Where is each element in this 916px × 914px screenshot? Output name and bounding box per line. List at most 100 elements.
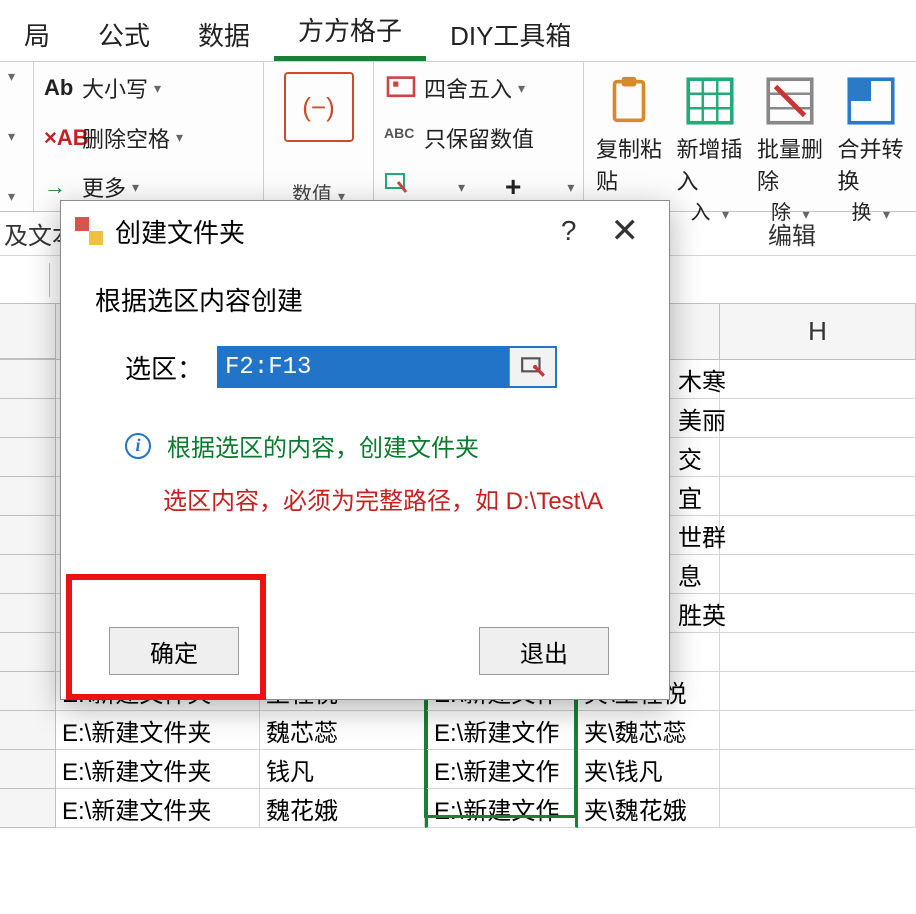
cancel-button[interactable]: 退出 xyxy=(479,627,609,675)
cell[interactable] xyxy=(720,477,916,516)
delete-space-button[interactable]: ×AB 删除空格 ▾ xyxy=(44,122,253,154)
dialog-group-label: 根据选区内容创建 xyxy=(95,281,635,318)
row-header[interactable] xyxy=(0,360,56,399)
case-button[interactable]: Ab 大小写 ▾ xyxy=(44,72,253,104)
insert-label: 新增插入 xyxy=(677,132,744,196)
chevron-down-icon: ▾ xyxy=(132,179,139,196)
merge-icon xyxy=(842,72,900,130)
chevron-down-icon[interactable]: ▾ xyxy=(567,179,574,196)
cell[interactable] xyxy=(720,750,916,789)
range-input-wrap xyxy=(217,346,557,388)
row-header[interactable] xyxy=(0,399,56,438)
cell[interactable] xyxy=(720,360,916,399)
tab-data[interactable]: 数据 xyxy=(174,6,274,61)
row-header[interactable] xyxy=(0,594,56,633)
cell[interactable]: E:\新建文件夹 xyxy=(56,711,260,750)
ok-button[interactable]: 确定 xyxy=(109,627,239,675)
row-header[interactable] xyxy=(0,438,56,477)
copypaste-label: 复制粘贴 xyxy=(596,132,663,196)
tab-diy[interactable]: DIY工具箱 xyxy=(426,6,595,61)
cell[interactable]: E:\新建文件夹 xyxy=(56,750,260,789)
range-field-label: 选区： xyxy=(125,349,203,386)
cell[interactable] xyxy=(720,711,916,750)
dialog-titlebar[interactable]: 创建文件夹 ? ✕ xyxy=(61,201,669,261)
info-icon: i xyxy=(125,433,151,459)
row-header[interactable] xyxy=(0,555,56,594)
close-icon[interactable]: ✕ xyxy=(595,212,656,250)
number-format-button[interactable]: (−) xyxy=(284,72,354,142)
tab-layout[interactable]: 局 xyxy=(0,6,74,61)
cell[interactable]: E:\新建文作 xyxy=(425,711,578,750)
ribbon-group-tools: 四舍五入 ▾ ABC 只保留数值 ▾ + ▾ xyxy=(374,62,584,211)
chevron-down-icon: ▾ xyxy=(176,129,183,146)
cell-fragment: 木寒 xyxy=(678,360,726,399)
row-header[interactable] xyxy=(0,633,56,672)
chevron-down-icon: ▾ xyxy=(518,80,525,97)
help-button[interactable]: ? xyxy=(543,211,595,251)
ribbon-group-edit: 复制粘贴 贴 ▾ 新增插入 入 ▾ 批量删除 除 ▾ xyxy=(584,62,916,211)
row-header[interactable] xyxy=(0,516,56,555)
chevron-down-icon[interactable]: ▾ xyxy=(8,128,31,145)
info-text-green: 根据选区的内容，创建文件夹 xyxy=(167,428,479,463)
cell[interactable] xyxy=(720,555,916,594)
ribbon-tabs: 局 公式 数据 方方格子 DIY工具箱 xyxy=(0,0,916,62)
cell[interactable]: 魏花娥 xyxy=(260,789,425,828)
cell-fragment: 胜英 xyxy=(678,594,726,633)
range-input[interactable] xyxy=(219,348,509,386)
delete-space-label: 删除空格 xyxy=(82,122,170,154)
cell[interactable]: E:\新建文件夹 xyxy=(56,789,260,828)
app-icon xyxy=(75,217,103,245)
col-header-H[interactable]: H xyxy=(720,304,916,359)
cell[interactable]: 夹\钱凡 xyxy=(578,750,720,789)
small-tools-row: ▾ + ▾ xyxy=(384,171,573,203)
tab-formula[interactable]: 公式 xyxy=(74,6,174,61)
cell[interactable]: E:\新建文作 xyxy=(425,750,578,789)
cell[interactable] xyxy=(720,594,916,633)
cell-fragment: 宜 xyxy=(678,477,726,516)
cell-fragment: 世群 xyxy=(678,516,726,555)
chevron-down-icon[interactable]: ▾ xyxy=(8,68,31,85)
row-header[interactable] xyxy=(0,477,56,516)
cell[interactable]: E:\新建文作 xyxy=(425,789,578,828)
edit-group-label: 编辑 xyxy=(768,216,816,251)
round-label: 四舍五入 xyxy=(424,72,512,104)
clipboard-icon xyxy=(600,72,658,130)
chevron-down-icon[interactable]: ▾ xyxy=(8,188,31,205)
chevron-down-icon: ▾ xyxy=(154,80,161,97)
batchdel-label: 批量删除 xyxy=(757,132,824,196)
plus-icon[interactable]: + xyxy=(505,171,521,203)
cell[interactable]: 钱凡 xyxy=(260,750,425,789)
cell[interactable] xyxy=(720,633,916,672)
row-header[interactable] xyxy=(0,672,56,711)
cell-fragment: 息 xyxy=(678,555,726,594)
row-header[interactable] xyxy=(0,789,56,828)
insert-button[interactable]: 新增插入 入 ▾ xyxy=(677,72,744,225)
keepnum-button[interactable]: ABC 只保留数值 xyxy=(384,122,573,154)
cell[interactable] xyxy=(720,789,916,828)
chevron-down-icon[interactable]: ▾ xyxy=(458,179,465,196)
select-all-corner[interactable] xyxy=(0,304,56,359)
cell[interactable] xyxy=(720,516,916,555)
cell-fragment: 交 xyxy=(678,438,726,477)
row-header[interactable] xyxy=(0,750,56,789)
info-text-red: 选区内容，必须为完整路径，如 D:\Test\A xyxy=(163,481,635,516)
edit-cell-icon[interactable] xyxy=(384,172,412,202)
cell[interactable]: 夹\魏芯蕊 xyxy=(578,711,720,750)
range-picker-button[interactable] xyxy=(509,348,555,386)
cell[interactable]: 夹\魏花娥 xyxy=(578,789,720,828)
arrow-right-icon: → xyxy=(44,174,82,200)
more-button[interactable]: → 更多 ▾ xyxy=(44,171,253,203)
cell[interactable] xyxy=(720,438,916,477)
name-box[interactable] xyxy=(6,263,50,297)
ribbon-body: ▾ ▾ ▾ Ab 大小写 ▾ ×AB 删除空格 ▾ → 更多 ▾ (−) 数值▾ xyxy=(0,62,916,212)
batchdel-button[interactable]: 批量删除 除 ▾ xyxy=(757,72,824,225)
keepnum-icon: ABC xyxy=(384,125,418,151)
round-button[interactable]: 四舍五入 ▾ xyxy=(384,72,573,104)
cell[interactable] xyxy=(720,672,916,711)
cell[interactable] xyxy=(720,399,916,438)
row-header[interactable] xyxy=(0,711,56,750)
merge-button[interactable]: 合并转换 换 ▾ xyxy=(838,72,905,225)
cell[interactable]: 魏芯蕊 xyxy=(260,711,425,750)
tab-ffgz[interactable]: 方方格子 xyxy=(274,1,426,61)
case-label: 大小写 xyxy=(82,72,148,104)
